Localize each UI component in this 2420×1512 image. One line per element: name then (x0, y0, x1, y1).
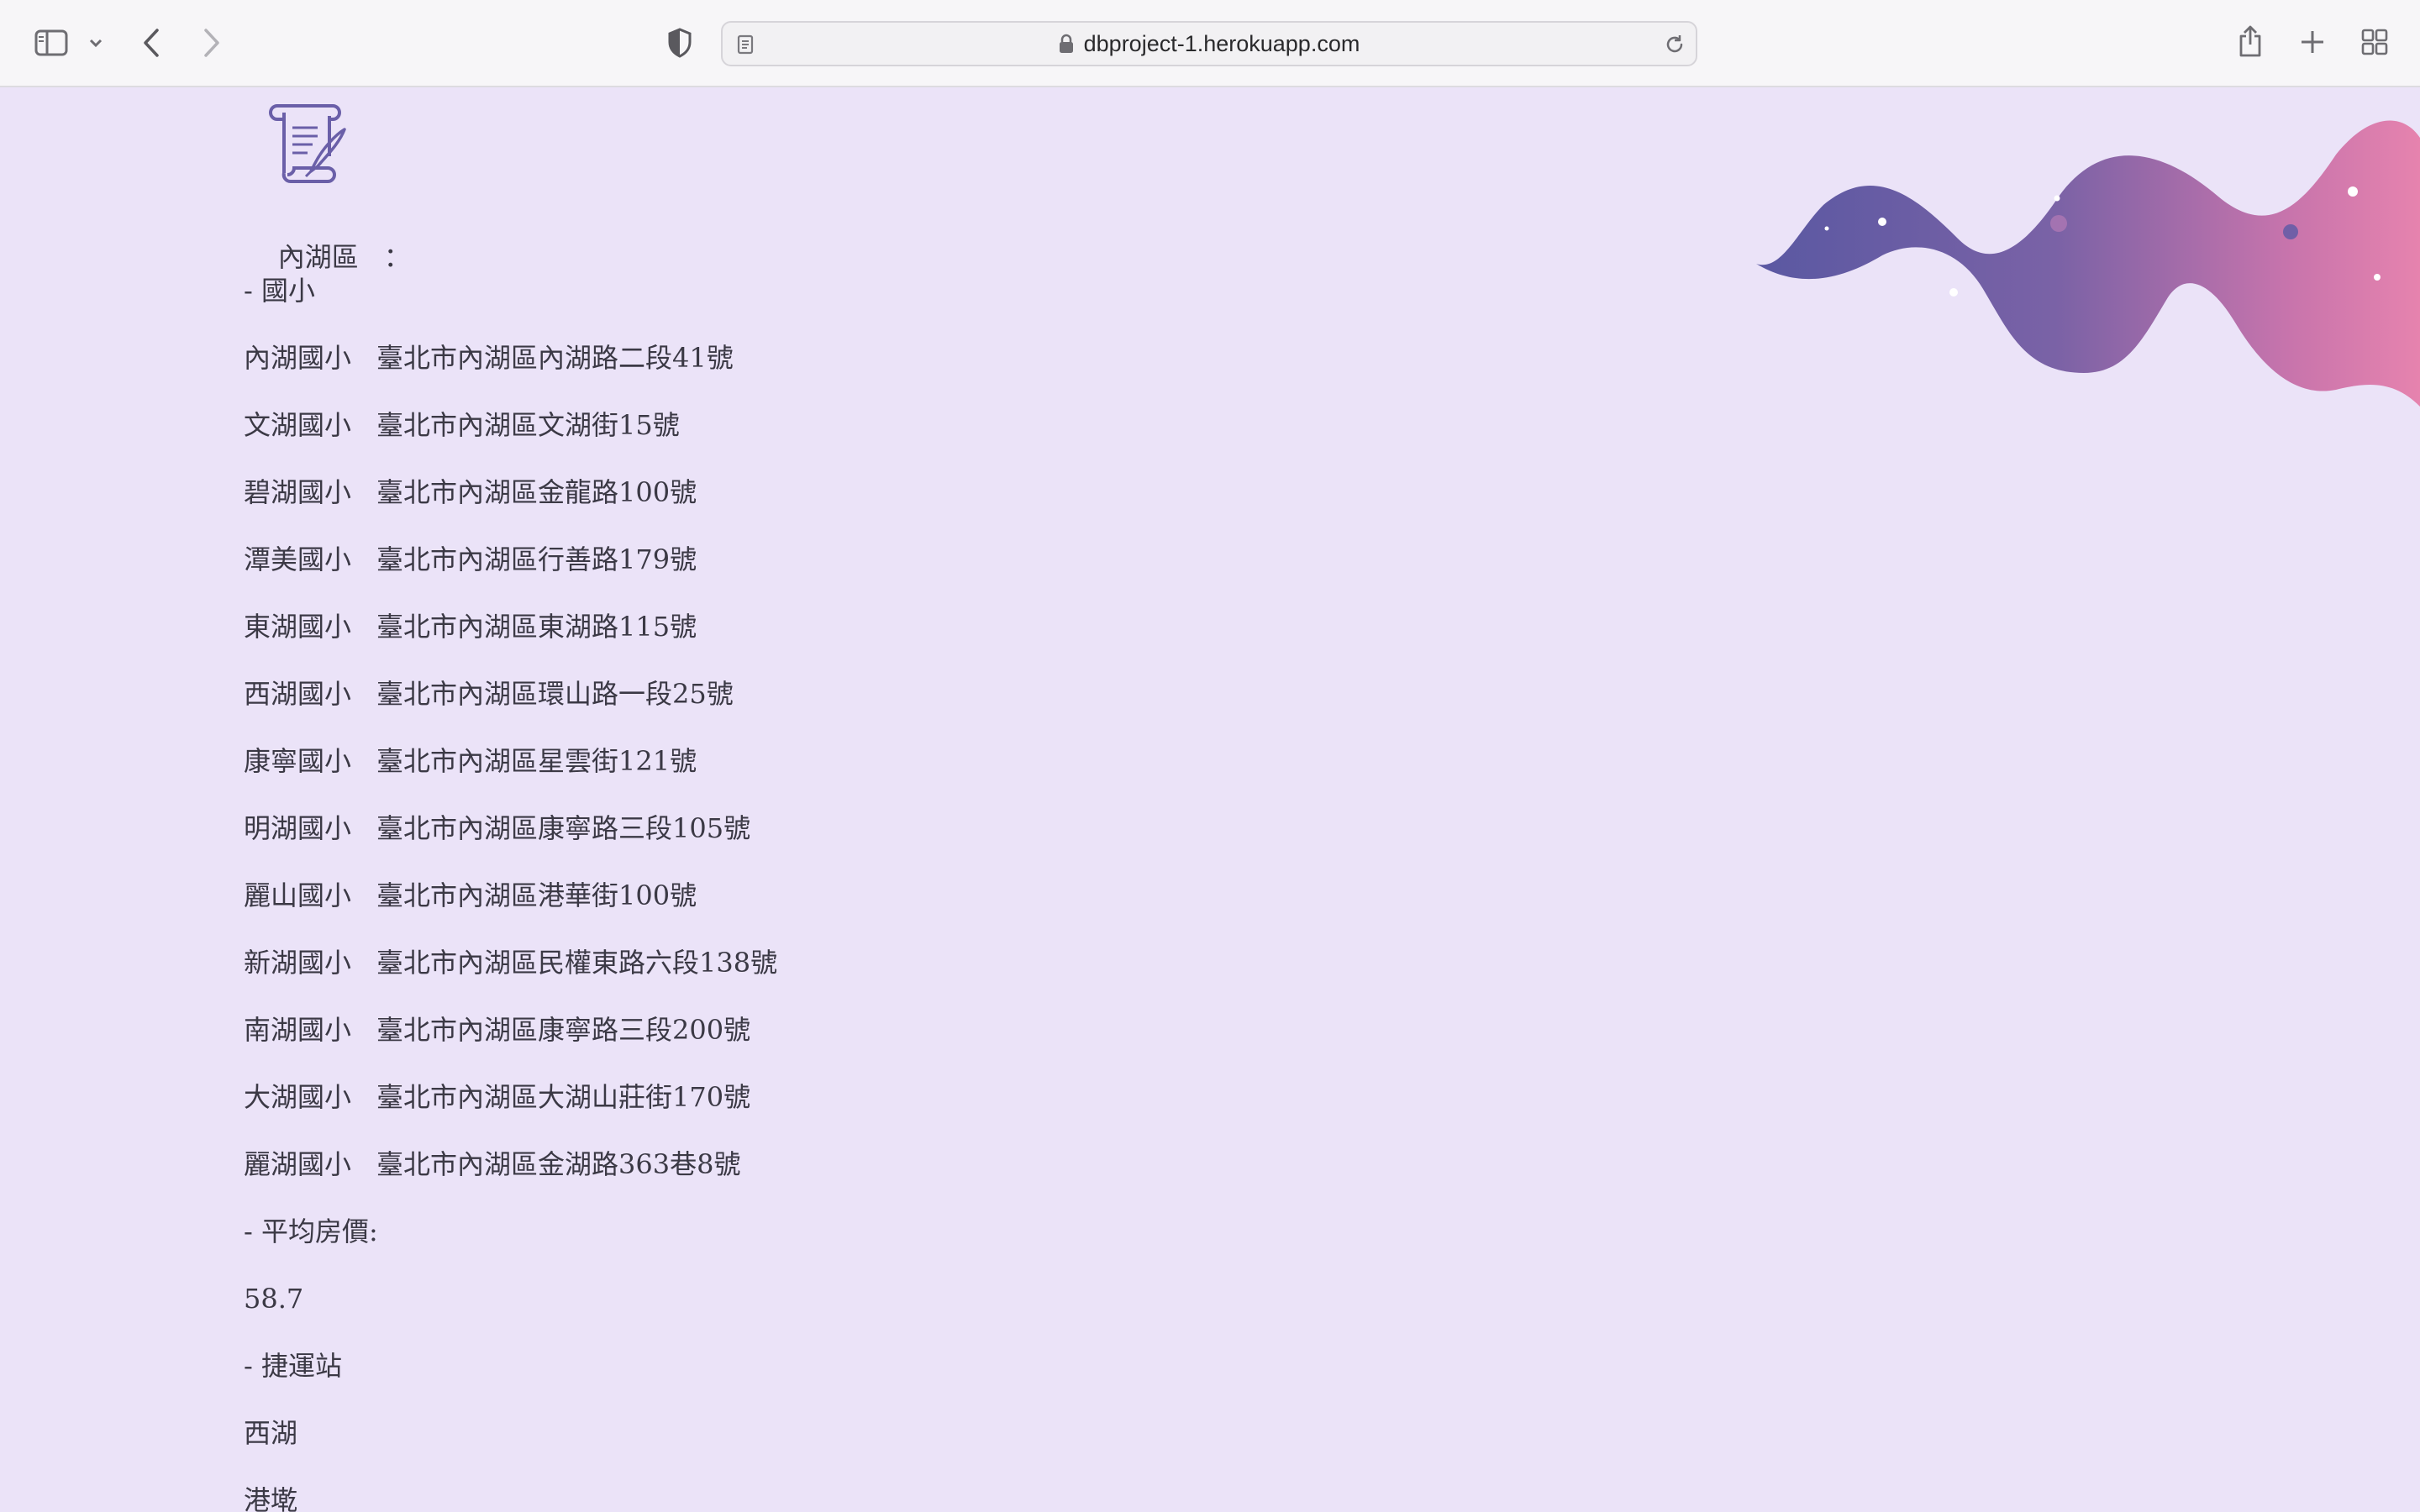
school-name: 東湖國小 (244, 611, 352, 643)
mrt-station: 港墘 (244, 1484, 298, 1512)
reload-icon[interactable] (1662, 32, 1687, 57)
privacy-shield-icon[interactable] (664, 25, 696, 60)
browser-toolbar: dbproject-1.herokuapp.com (0, 0, 2420, 87)
school-name: 文湖國小 (244, 409, 352, 441)
school-address: 臺北市內湖區文湖街15號 (376, 409, 680, 441)
school-row: 大湖國小 臺北市內湖區大湖山莊街170號 (244, 1080, 750, 1114)
school-name: 內湖國小 (244, 342, 352, 374)
school-address: 臺北市內湖區民權東路六段138號 (376, 947, 778, 979)
school-address: 臺北市內湖區大湖山莊街170號 (376, 1081, 751, 1113)
school-name: 明湖國小 (244, 812, 352, 844)
back-icon[interactable] (136, 25, 166, 60)
forward-icon[interactable] (197, 25, 227, 60)
school-row: 潭美國小 臺北市內湖區行善路179號 (244, 543, 697, 576)
school-row: 碧湖國小 臺北市內湖區金龍路100號 (244, 475, 697, 509)
school-name: 麗湖國小 (244, 1148, 352, 1180)
school-name: 南湖國小 (244, 1014, 352, 1046)
share-icon[interactable] (2235, 22, 2265, 60)
school-address: 臺北市內湖區內湖路二段41號 (376, 342, 734, 374)
price-heading: - 平均房價: (244, 1215, 378, 1247)
address-bar[interactable]: dbproject-1.herokuapp.com (721, 21, 1697, 66)
school-address: 臺北市內湖區東湖路115號 (376, 611, 697, 643)
school-name: 大湖國小 (244, 1081, 352, 1113)
school-row: 麗山國小 臺北市內湖區港華街100號 (244, 879, 697, 912)
school-address: 臺北市內湖區港華街100號 (376, 879, 697, 911)
school-row: 麗湖國小 臺北市內湖區金湖路363巷8號 (244, 1147, 740, 1181)
school-address: 臺北市內湖區康寧路三段200號 (376, 1014, 751, 1046)
decorative-wave (1756, 120, 2420, 407)
school-name: 康寧國小 (244, 745, 352, 777)
school-row: 康寧國小 臺北市內湖區星雲街121號 (244, 744, 697, 778)
school-row: 東湖國小 臺北市內湖區東湖路115號 (244, 610, 697, 643)
mrt-station: 西湖 (244, 1417, 298, 1449)
sidebar-icon[interactable] (32, 27, 71, 59)
school-row: 南湖國小 臺北市內湖區康寧路三段200號 (244, 1013, 750, 1047)
mrt-heading: - 捷運站 (244, 1350, 342, 1382)
school-row: 內湖國小 臺北市內湖區內湖路二段41號 (244, 341, 734, 375)
school-address: 臺北市內湖區星雲街121號 (376, 745, 697, 777)
school-address: 臺北市內湖區康寧路三段105號 (376, 812, 751, 844)
school-address: 臺北市內湖區環山路一段25號 (376, 678, 734, 710)
district-label: 內湖區 (277, 241, 359, 273)
url-display[interactable]: dbproject-1.herokuapp.com (723, 23, 1696, 65)
scroll-quill-icon (262, 101, 350, 188)
school-name: 新湖國小 (244, 947, 352, 979)
school-row: 新湖國小 臺北市內湖區民權東路六段138號 (244, 946, 777, 979)
school-name: 麗山國小 (244, 879, 352, 911)
page-content: 內湖區 ： - 國小 內湖國小 臺北市內湖區內湖路二段41號 文湖國小 臺北市內湖區文… (0, 87, 2420, 1512)
school-address: 臺北市內湖區金龍路100號 (376, 476, 697, 508)
school-row: 西湖國小 臺北市內湖區環山路一段25號 (244, 677, 734, 711)
school-name: 潭美國小 (244, 543, 352, 575)
chevron-down-icon[interactable] (84, 30, 108, 55)
school-row: 文湖國小 臺北市內湖區文湖街15號 (244, 408, 680, 442)
new-tab-icon[interactable] (2297, 27, 2328, 57)
lock-icon (1059, 34, 1074, 54)
school-name: 碧湖國小 (244, 476, 352, 508)
school-name: 西湖國小 (244, 678, 352, 710)
school-address: 臺北市內湖區金湖路363巷8號 (376, 1148, 741, 1180)
school-address: 臺北市內湖區行善路179號 (376, 543, 697, 575)
tab-overview-icon[interactable] (2360, 27, 2390, 57)
schools-heading: - 國小 (244, 275, 315, 307)
price-value: 58.7 (244, 1283, 304, 1315)
url-text: dbproject-1.herokuapp.com (1083, 30, 1360, 56)
school-row: 明湖國小 臺北市內湖區康寧路三段105號 (244, 811, 750, 845)
district-suffix: ： (383, 241, 411, 273)
